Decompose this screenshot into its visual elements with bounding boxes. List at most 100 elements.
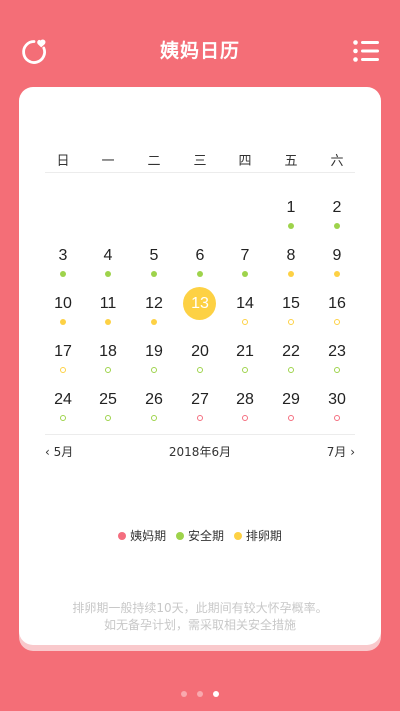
calendar-day-today[interactable]: 13	[180, 287, 220, 331]
period-dot-icon	[118, 532, 127, 540]
day-number: 28	[236, 391, 254, 408]
period-dot-icon	[242, 415, 248, 421]
safe-dot-icon	[105, 415, 111, 421]
day-number: 2	[332, 199, 342, 216]
legend-item-safe: 安全期	[175, 527, 224, 544]
calendar-day[interactable]: 26	[134, 387, 174, 427]
calendar-day[interactable]: 21	[225, 339, 265, 379]
calendar-day[interactable]: 5	[134, 243, 174, 283]
chevron-right-icon: ›	[350, 445, 355, 459]
calendar-day[interactable]: 18	[88, 339, 128, 379]
tips-line-2: 如无备孕计划，需采取相关安全措施	[103, 618, 296, 632]
safe-dot-icon	[288, 367, 294, 373]
calendar-day[interactable]: 24	[43, 387, 83, 427]
day-number: 11	[99, 295, 117, 312]
safe-dot-icon	[242, 271, 248, 277]
day-number: 5	[149, 247, 159, 264]
safe-dot-icon	[334, 367, 340, 373]
day-number: 6	[195, 247, 205, 264]
day-number: 17	[54, 343, 72, 360]
page-dot[interactable]	[197, 691, 203, 697]
calendar-day[interactable]: 14	[225, 291, 265, 331]
page-indicator	[0, 682, 400, 701]
ovulation-dot-icon	[151, 319, 157, 325]
day-number: 21	[236, 343, 254, 360]
divider	[45, 434, 355, 435]
day-number: 1	[286, 199, 296, 216]
safe-dot-icon	[151, 271, 157, 277]
day-number: 30	[328, 391, 346, 408]
calendar-day[interactable]: 11	[88, 291, 128, 331]
calendar-day[interactable]: 2	[317, 195, 357, 235]
calendar-day[interactable]: 30	[317, 387, 357, 427]
day-number: 7	[240, 247, 250, 264]
calendar-day[interactable]: 7	[225, 243, 265, 283]
safe-dot-icon	[60, 415, 66, 421]
calendar-day[interactable]: 12	[134, 291, 174, 331]
day-number: 26	[145, 391, 163, 408]
page-dot[interactable]	[181, 691, 187, 697]
day-number: 19	[145, 343, 163, 360]
day-number: 12	[145, 295, 163, 312]
calendar-day[interactable]: 25	[88, 387, 128, 427]
calendar-day[interactable]: 17	[43, 339, 83, 379]
tips-line-1: 排卵期一般持续10天，此期间有较大怀孕概率。	[72, 601, 328, 615]
safe-dot-icon	[334, 223, 340, 229]
calendar-card: 日一二三四五六 1 2 3 4 5 6 7 8 9 10 11 12 13 14 15 16 17 18 19 20 2…	[19, 87, 381, 645]
day-number: 13	[191, 295, 209, 312]
day-number: 25	[99, 391, 117, 408]
ovulation-dot-icon	[334, 319, 340, 325]
day-number: 23	[328, 343, 346, 360]
header: 姨妈日历	[0, 0, 400, 86]
legend: 姨妈期 安全期 排卵期	[19, 527, 381, 544]
ovulation-dot-icon	[233, 532, 242, 540]
day-number: 18	[99, 343, 117, 360]
calendar-day[interactable]: 6	[180, 243, 220, 283]
calendar-day[interactable]: 27	[180, 387, 220, 427]
next-month-button[interactable]: 7月 ›	[327, 443, 355, 460]
calendar-day[interactable]: 20	[180, 339, 220, 379]
safe-dot-icon	[60, 271, 66, 277]
day-number: 15	[282, 295, 300, 312]
calendar-day[interactable]: 10	[43, 291, 83, 331]
day-number: 14	[236, 295, 254, 312]
safe-dot-icon	[151, 367, 157, 373]
legend-item-ovulation: 排卵期	[233, 527, 282, 544]
page-dot[interactable]	[213, 691, 219, 697]
safe-dot-icon	[151, 415, 157, 421]
day-number: 9	[332, 247, 342, 264]
page-title: 姨妈日历	[159, 40, 240, 62]
calendar-day[interactable]: 19	[134, 339, 174, 379]
day-number: 22	[282, 343, 300, 360]
safe-dot-icon	[197, 367, 203, 373]
calendar-day[interactable]: 16	[317, 291, 357, 331]
ovulation-dot-icon	[288, 271, 294, 277]
day-number: 29	[282, 391, 300, 408]
calendar-grid: 1 2 3 4 5 6 7 8 9 10 11 12 13 14 15 16 17 18 19 20 21 22 23 24 2…	[19, 87, 381, 427]
safe-dot-icon	[242, 367, 248, 373]
calendar-day[interactable]: 29	[271, 387, 311, 427]
safe-dot-icon	[105, 271, 111, 277]
tips-text: 排卵期一般持续10天，此期间有较大怀孕概率。 如无备孕计划，需采取相关安全措施	[19, 600, 381, 634]
calendar-day[interactable]: 23	[317, 339, 357, 379]
month-nav: ‹ 5月 2018年6月 7月 ›	[45, 443, 355, 463]
safe-dot-icon	[197, 271, 203, 277]
ovulation-dot-icon	[60, 319, 66, 325]
calendar-day[interactable]: 15	[271, 291, 311, 331]
period-dot-icon	[288, 415, 294, 421]
calendar-day[interactable]: 9	[317, 243, 357, 283]
calendar-day[interactable]: 8	[271, 243, 311, 283]
ovulation-dot-icon	[288, 319, 294, 325]
day-number: 10	[54, 295, 72, 312]
calendar-day[interactable]: 3	[43, 243, 83, 283]
ovulation-dot-icon	[242, 319, 248, 325]
day-number: 16	[328, 295, 346, 312]
day-number: 4	[103, 247, 113, 264]
calendar-day[interactable]: 28	[225, 387, 265, 427]
ovulation-dot-icon	[60, 367, 66, 373]
calendar-day[interactable]: 1	[271, 195, 311, 235]
calendar-day[interactable]: 22	[271, 339, 311, 379]
calendar-day[interactable]: 4	[88, 243, 128, 283]
list-menu-icon[interactable]	[353, 40, 379, 62]
safe-dot-icon	[175, 532, 184, 540]
